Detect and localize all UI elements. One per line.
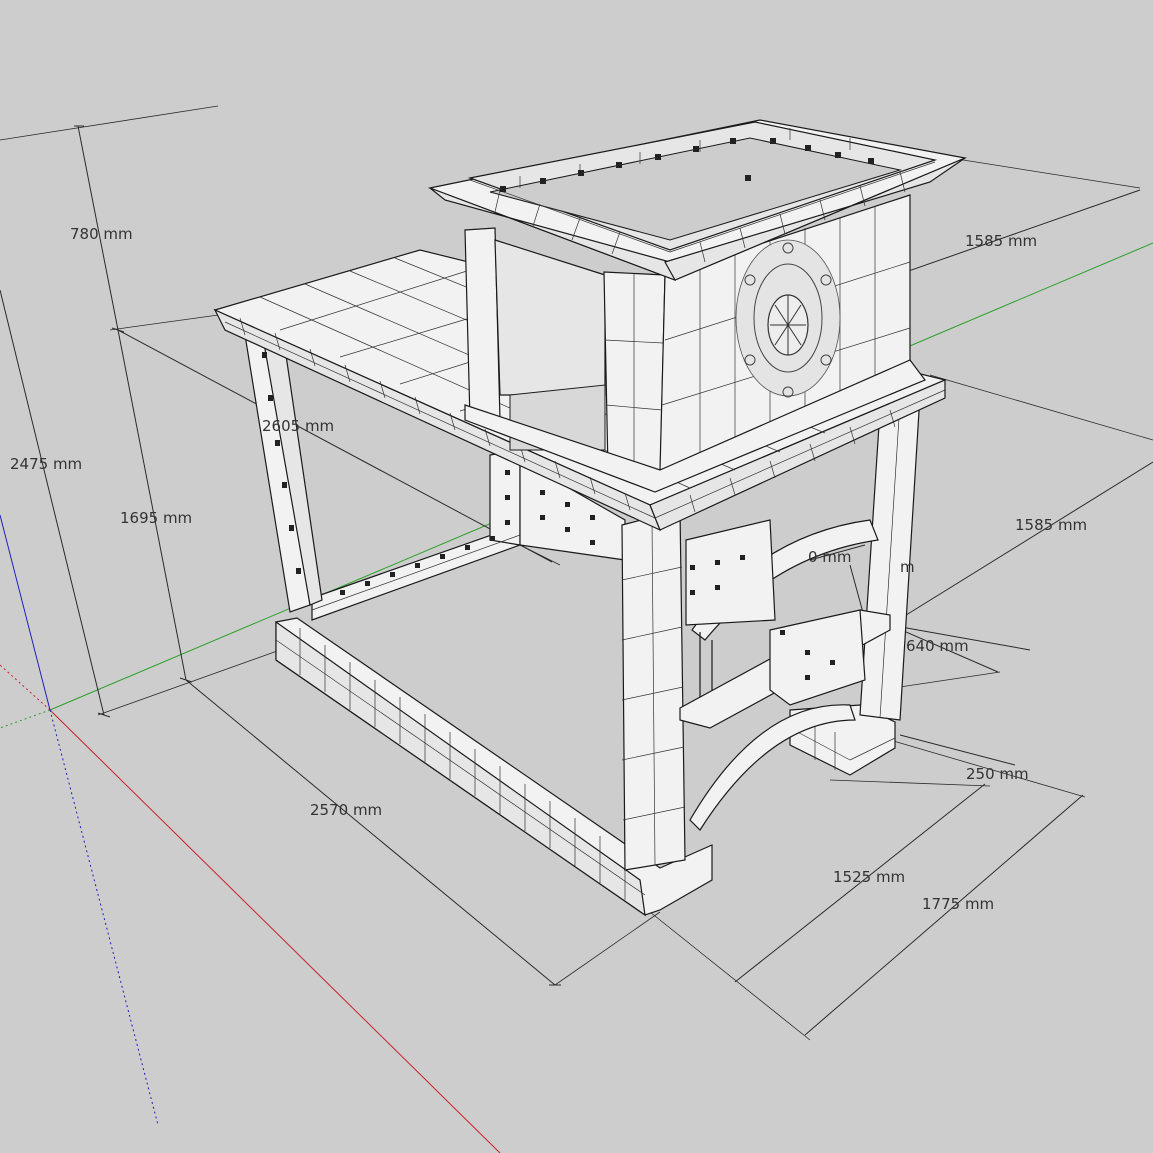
red-axis-hidden: [0, 664, 51, 711]
dim-1585-top: 1585 mm: [965, 232, 1037, 250]
blue-axis: [0, 514, 51, 711]
scene-canvas[interactable]: 780 mm 2475 mm 1695 mm 2605 mm 1585 mm 1…: [0, 0, 1153, 1153]
dim-2570: 2570 mm: [310, 801, 382, 819]
dim-780: 780 mm: [70, 225, 133, 243]
left-pillar: [244, 327, 323, 613]
dim-250: 250 mm: [966, 765, 1029, 783]
dim-1525: 1525 mm: [833, 868, 905, 886]
red-axis: [49, 709, 501, 1153]
dim-1585-mid: 1585 mm: [1015, 516, 1087, 534]
dim-1775: 1775 mm: [922, 895, 994, 913]
dim-partial-left: 0 mm: [808, 548, 852, 566]
dim-1695: 1695 mm: [120, 509, 192, 527]
modeling-viewport[interactable]: 780 mm 2475 mm 1695 mm 2605 mm 1585 mm 1…: [0, 0, 1153, 1153]
ornament-medallion: [735, 239, 841, 398]
green-axis-hidden: [0, 709, 51, 729]
dim-2475: 2475 mm: [10, 455, 82, 473]
blue-axis-hidden: [49, 709, 159, 1126]
front-pillar: [621, 509, 686, 871]
dim-partial-right: m: [900, 558, 915, 576]
dim-2605: 2605 mm: [262, 417, 334, 435]
dim-640: 640 mm: [906, 637, 969, 655]
